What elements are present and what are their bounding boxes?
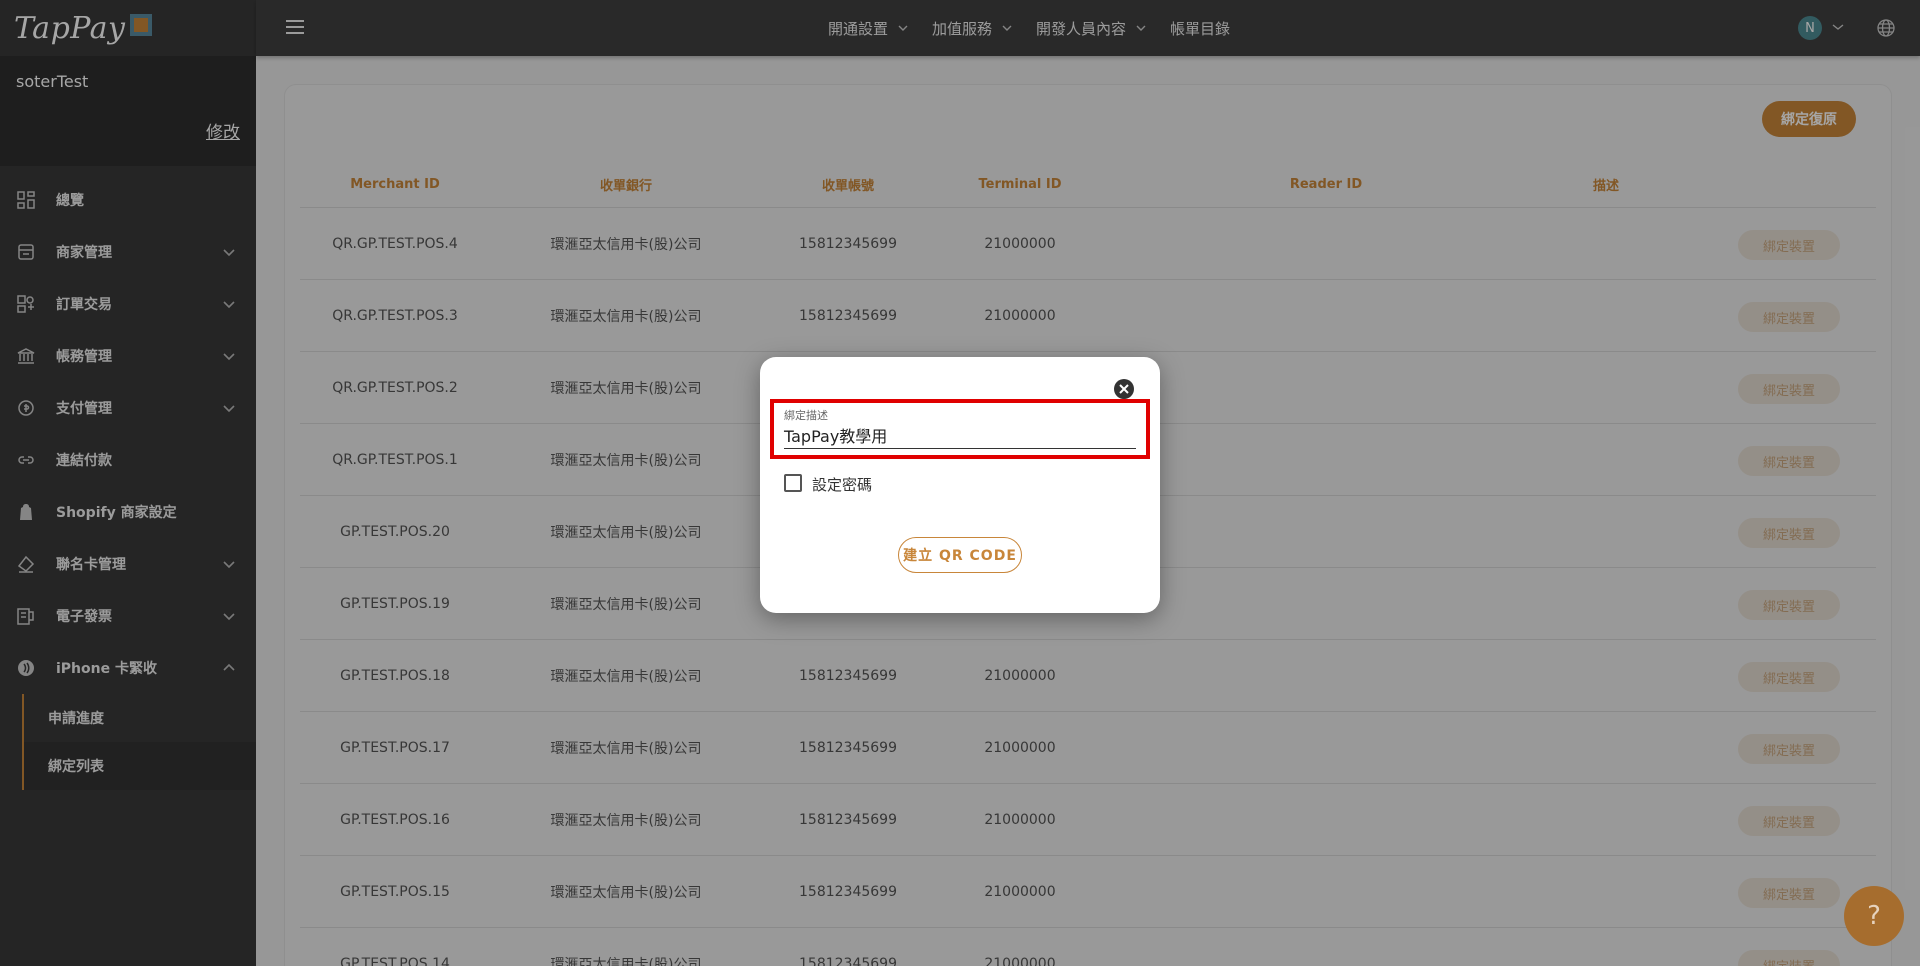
binding-description-input[interactable]: TapPay教學用 xyxy=(784,423,887,447)
create-qr-modal: 綁定描述 TapPay教學用 設定密碼 建立 QR CODE xyxy=(760,357,1160,613)
create-qr-code-button[interactable]: 建立 QR CODE xyxy=(898,537,1022,573)
help-button[interactable]: ? xyxy=(1844,886,1904,946)
input-underline xyxy=(784,448,1136,449)
binding-description-label: 綁定描述 xyxy=(784,409,828,422)
close-icon[interactable] xyxy=(1114,379,1134,399)
set-password-label[interactable]: 設定密碼 xyxy=(812,474,872,495)
set-password-checkbox[interactable] xyxy=(784,474,802,492)
